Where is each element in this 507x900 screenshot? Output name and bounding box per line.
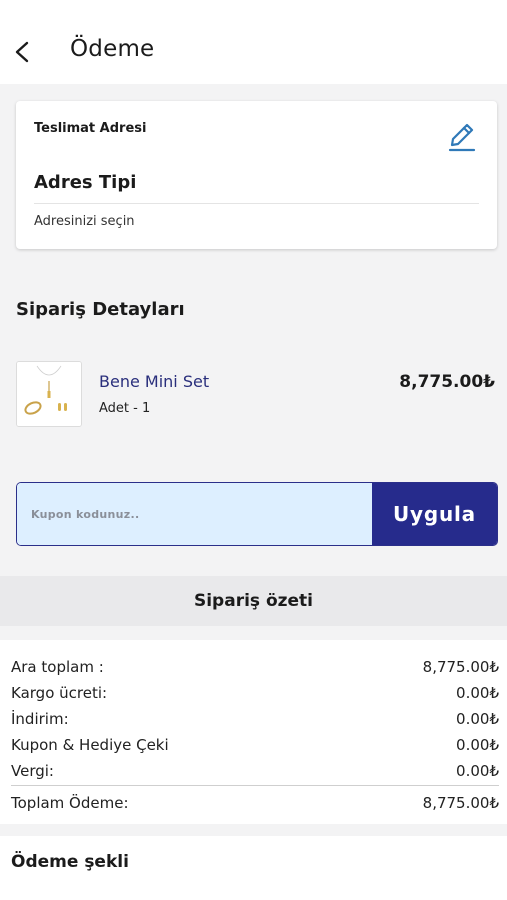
page-title: Ödeme (70, 36, 155, 62)
tax-value: 0.00₺ (456, 762, 499, 780)
pencil-icon[interactable] (447, 121, 477, 153)
total-label: Toplam Ödeme: (11, 794, 129, 812)
chevron-left-icon[interactable] (12, 40, 32, 64)
divider (34, 203, 479, 204)
product-price: 8,775.00₺ (399, 372, 495, 392)
delivery-address-label: Teslimat Adresi (34, 121, 147, 136)
address-select-prompt[interactable]: Adresinizi seçin (34, 214, 135, 229)
address-type-label: Adres Tipi (34, 172, 137, 193)
order-summary-title: Sipariş özeti (193, 591, 314, 611)
apply-coupon-button[interactable]: Uygula (372, 483, 497, 545)
order-summary-header: Sipariş özeti (0, 576, 507, 626)
payment-method-title: Ödeme şekli (11, 852, 129, 872)
app-header: Ödeme (0, 0, 507, 84)
discount-label: İndirim: (11, 710, 69, 728)
shipping-label: Kargo ücreti: (11, 684, 108, 702)
subtotal-value: 8,775.00₺ (422, 658, 499, 676)
coupon-gift-value: 0.00₺ (456, 736, 499, 754)
order-summary-panel: Ara toplam : 8,775.00₺ Kargo ücreti: 0.0… (0, 640, 507, 824)
divider (11, 785, 499, 786)
payment-method-section: Ödeme şekli (0, 836, 507, 900)
tax-label: Vergi: (11, 762, 54, 780)
total-value: 8,775.00₺ (422, 794, 499, 812)
order-details-title: Sipariş Detayları (16, 299, 185, 320)
product-thumbnail[interactable] (16, 361, 82, 427)
jewelry-set-image (17, 362, 81, 426)
shipping-value: 0.00₺ (456, 684, 499, 702)
coupon-gift-label: Kupon & Hediye Çeki (11, 736, 169, 754)
product-quantity: Adet - 1 (99, 401, 151, 416)
product-name[interactable]: Bene Mini Set (99, 372, 209, 391)
discount-value: 0.00₺ (456, 710, 499, 728)
coupon-form: Uygula (16, 482, 498, 546)
delivery-address-card: Teslimat Adresi Adres Tipi Adresinizi se… (16, 101, 497, 249)
subtotal-label: Ara toplam : (11, 658, 104, 676)
coupon-input[interactable] (17, 483, 372, 545)
